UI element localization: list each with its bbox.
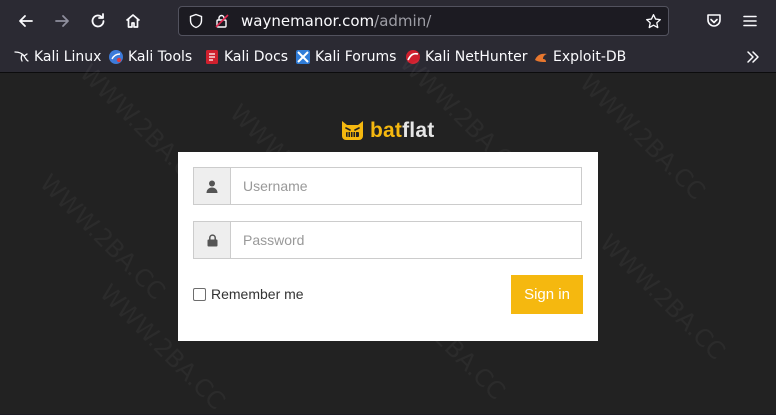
user-icon [206, 180, 218, 193]
double-chevron-right-icon [747, 51, 759, 63]
logo-text-bat: bat [370, 118, 403, 142]
back-arrow-icon [19, 15, 33, 27]
bookmark-exploit-db[interactable]: Exploit-DB [533, 47, 626, 67]
url-bar[interactable]: waynemanor.com/admin/ [178, 6, 669, 36]
bookmark-label: Kali Linux [34, 49, 102, 65]
bookmark-kali-linux[interactable]: Kali Linux [14, 47, 101, 67]
username-input[interactable] [231, 168, 581, 204]
kali-docs-icon [206, 50, 218, 64]
username-field [193, 167, 582, 205]
kali-forums-icon [296, 50, 310, 64]
url-host: waynemanor.com [241, 12, 375, 30]
kali-tools-icon [109, 50, 123, 64]
pocket-button[interactable] [700, 7, 728, 35]
forward-button[interactable] [48, 7, 76, 35]
lock-icon [207, 233, 217, 246]
bookmark-label: Kali NetHunter [425, 49, 528, 65]
remember-me[interactable]: Remember me [193, 286, 304, 302]
bookmarks-toolbar: Kali Linux Kali Tools Kali Docs Kali For… [0, 42, 776, 73]
bookmark-label: Kali Docs [224, 49, 289, 65]
url-text[interactable]: waynemanor.com/admin/ [241, 12, 431, 30]
bookmark-star-icon[interactable] [645, 13, 662, 30]
reload-icon [91, 13, 105, 28]
forward-arrow-icon [55, 15, 69, 27]
batflat-cat-icon [342, 121, 363, 140]
bookmark-label: Exploit-DB [553, 49, 627, 65]
hamburger-menu-icon [743, 15, 757, 27]
username-addon [194, 168, 231, 204]
logo-text-flat: flat [402, 118, 435, 142]
exploit-db-icon [535, 53, 547, 62]
kali-dragon-icon [14, 51, 29, 62]
url-path: /admin/ [374, 12, 432, 30]
home-button[interactable] [119, 7, 147, 35]
remember-me-checkbox[interactable] [193, 287, 206, 301]
shield-icon[interactable] [188, 13, 204, 29]
reload-button[interactable] [84, 7, 112, 35]
password-addon [194, 222, 231, 258]
password-input[interactable] [231, 222, 581, 258]
bookmark-label: Kali Forums [315, 49, 397, 65]
back-button[interactable] [12, 7, 40, 35]
pocket-icon [707, 14, 721, 27]
browser-toolbar: waynemanor.com/admin/ [0, 0, 776, 42]
sign-in-button[interactable]: Sign in [511, 275, 583, 314]
kali-nethunter-icon [406, 50, 420, 64]
bookmark-kali-forums[interactable]: Kali Forums [295, 47, 396, 67]
insecure-lock-icon[interactable] [214, 13, 230, 29]
bookmark-kali-tools[interactable]: Kali Tools [108, 47, 192, 67]
bookmark-kali-nethunter[interactable]: Kali NetHunter [405, 47, 527, 67]
watermark: WWW.2BA.CC [34, 169, 170, 305]
home-icon [125, 14, 141, 28]
remember-me-label: Remember me [211, 286, 304, 302]
logo-text: batflat [370, 119, 434, 143]
watermark: WWW.2BA.CC [594, 229, 730, 365]
login-panel: Remember me Sign in [178, 152, 598, 341]
password-field [193, 221, 582, 259]
batflat-logo: batflat [340, 118, 434, 143]
bookmark-kali-docs[interactable]: Kali Docs [204, 47, 288, 67]
bookmark-label: Kali Tools [128, 49, 193, 65]
bookmarks-overflow-button[interactable] [746, 47, 760, 67]
menu-button[interactable] [736, 7, 764, 35]
